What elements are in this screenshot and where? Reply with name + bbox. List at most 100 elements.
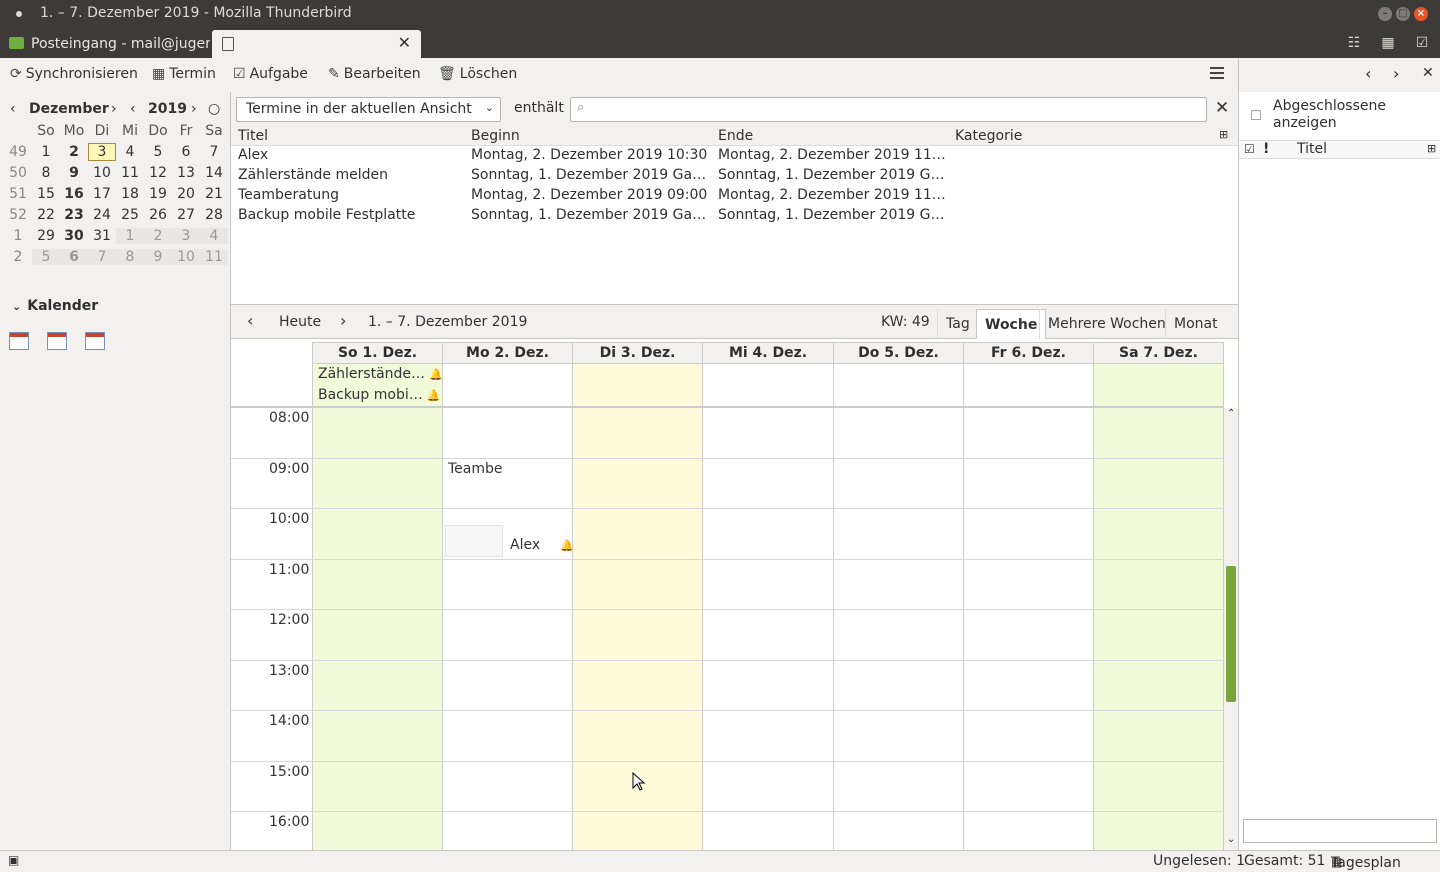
calendar-properties-icon[interactable] — [47, 332, 67, 350]
next-day-icon[interactable]: › — [1393, 64, 1399, 83]
day-cell[interactable]: 7 — [200, 144, 228, 160]
day-cell[interactable]: 14 — [200, 165, 228, 181]
allday-event[interactable]: Backup mobi… 🔔 — [318, 387, 440, 407]
week-scrollbar[interactable]: ⌃ ⌄ — [1224, 408, 1238, 850]
day-header[interactable]: Mo 2. Dez. — [443, 342, 573, 364]
close-search-icon[interactable]: ✕ — [1215, 98, 1229, 118]
day-cell-other-month[interactable]: 7 — [88, 248, 116, 265]
app-menu-icon[interactable] — [1210, 67, 1224, 82]
tab-calendar[interactable]: ✕ — [212, 30, 421, 58]
column-picker-icon[interactable]: ⊞ — [1427, 142, 1436, 155]
day-cell[interactable]: 8 — [32, 165, 60, 181]
allday-cell[interactable] — [964, 364, 1094, 407]
prev-month-icon[interactable]: ‹ — [10, 101, 16, 117]
day-cell[interactable]: 13 — [172, 165, 200, 181]
day-header[interactable]: Di 3. Dez. — [573, 342, 703, 364]
activity-icon[interactable]: ▣ — [8, 853, 19, 867]
day-cell[interactable]: 9 — [60, 165, 88, 181]
tab-inbox[interactable]: Posteingang - mail@juger — [0, 28, 210, 58]
day-cell[interactable]: 15 — [32, 186, 60, 202]
column-category[interactable]: Kategorie — [955, 128, 1022, 144]
day-cell[interactable]: 31 — [88, 228, 116, 244]
event-filter-select[interactable]: Termine in der aktuellen Ansicht ⌄ — [236, 97, 501, 122]
edit-button[interactable]: ✎ Bearbeiten — [328, 66, 421, 82]
calendar-list-header[interactable]: ⌄ Kalender — [12, 298, 98, 314]
day-cell[interactable]: 25 — [116, 207, 144, 223]
next-year-icon[interactable]: › — [191, 101, 197, 117]
next-week-icon[interactable]: › — [340, 311, 346, 330]
day-cell[interactable]: 2 — [60, 144, 88, 160]
close-window-button[interactable]: × — [1414, 7, 1428, 21]
day-cell[interactable]: 29 — [32, 228, 60, 244]
close-tab-icon[interactable]: ✕ — [398, 33, 411, 52]
day-cell-other-month[interactable]: 11 — [200, 248, 228, 265]
day-cell[interactable]: 19 — [144, 186, 172, 202]
window-menu-icon[interactable] — [16, 11, 22, 17]
day-header[interactable]: Sa 7. Dez. — [1094, 342, 1224, 364]
day-cell[interactable]: 23 — [60, 207, 88, 223]
day-column[interactable] — [312, 408, 443, 850]
today-circle-icon[interactable]: ○ — [208, 101, 220, 117]
tasks-icon[interactable]: ☑ — [1414, 35, 1430, 51]
day-cell-other-month[interactable]: 5 — [32, 248, 60, 265]
new-event-button[interactable]: ▦ Termin — [152, 66, 216, 82]
day-cell-other-month[interactable]: 9 — [144, 248, 172, 265]
day-cell-other-month[interactable]: 3 — [172, 227, 200, 244]
show-completed-checkbox[interactable] — [1251, 110, 1261, 120]
allday-cell[interactable]: Zählerstände… 🔔 Backup mobi… 🔔 — [312, 364, 443, 407]
day-header[interactable]: Do 5. Dez. — [834, 342, 964, 364]
scrollbar-thumb[interactable] — [1226, 566, 1236, 702]
day-cell[interactable]: 6 — [172, 144, 200, 160]
day-cell-other-month[interactable]: 6 — [60, 248, 88, 265]
day-column[interactable] — [964, 408, 1094, 850]
day-cell-other-month[interactable]: 4 — [200, 227, 228, 244]
delete-calendar-icon[interactable] — [85, 332, 105, 350]
new-calendar-icon[interactable] — [9, 332, 29, 350]
column-start[interactable]: Beginn — [471, 128, 520, 144]
day-cell[interactable]: 20 — [172, 186, 200, 202]
day-column[interactable] — [703, 408, 834, 850]
tab-multiweek[interactable]: Mehrere Wochen — [1039, 309, 1174, 339]
day-cell[interactable]: 12 — [144, 165, 172, 181]
event-row[interactable]: Zählerstände melden Sonntag, 1. Dezember… — [231, 167, 1238, 187]
column-title[interactable]: Titel — [238, 128, 268, 144]
new-task-button[interactable]: ☑ Aufgabe — [233, 66, 308, 82]
prev-day-icon[interactable]: ‹ — [1365, 64, 1371, 83]
maximize-button[interactable]: □ — [1396, 7, 1410, 21]
prev-week-icon[interactable]: ‹ — [247, 311, 253, 330]
task-column-title[interactable]: Titel — [1297, 141, 1327, 157]
next-month-icon[interactable]: › — [111, 101, 117, 117]
address-book-icon[interactable]: ☷ — [1346, 35, 1362, 51]
event-teamberatung[interactable]: Teambe — [448, 461, 503, 477]
day-cell[interactable]: 1 — [32, 144, 60, 160]
quick-task-input[interactable] — [1243, 819, 1437, 843]
day-cell-today[interactable]: 3 — [88, 142, 116, 161]
event-row[interactable]: Backup mobile Festplatte Sonntag, 1. Dez… — [231, 207, 1238, 227]
calendar-icon[interactable]: ▦ — [1380, 35, 1396, 51]
day-cell-other-month[interactable]: 1 — [116, 227, 144, 244]
allday-cell[interactable] — [443, 364, 573, 407]
today-button[interactable]: Heute — [279, 314, 321, 330]
scroll-down-icon[interactable]: ⌄ — [1227, 834, 1235, 845]
day-cell[interactable]: 16 — [60, 186, 88, 202]
close-pane-icon[interactable]: ✕ — [1422, 65, 1434, 81]
completed-column-icon[interactable]: ☑ — [1244, 142, 1255, 156]
day-cell[interactable]: 4 — [116, 144, 144, 160]
allday-cell[interactable] — [703, 364, 834, 407]
day-cell[interactable]: 24 — [88, 207, 116, 223]
priority-column-icon[interactable]: ! — [1263, 141, 1269, 157]
day-cell[interactable]: 28 — [200, 207, 228, 223]
allday-cell[interactable] — [573, 364, 703, 407]
day-cell[interactable]: 10 — [88, 165, 116, 181]
prev-year-icon[interactable]: ‹ — [130, 101, 136, 117]
allday-event[interactable]: Zählerstände… 🔔 — [318, 366, 443, 386]
tab-week[interactable]: Woche — [976, 309, 1047, 339]
sync-button[interactable]: ⟳ Synchronisieren — [10, 66, 138, 82]
day-cell[interactable]: 5 — [144, 144, 172, 160]
minimize-button[interactable]: – — [1378, 7, 1392, 21]
day-cell[interactable]: 18 — [116, 186, 144, 202]
day-cell-other-month[interactable]: 2 — [144, 227, 172, 244]
day-cell[interactable]: 27 — [172, 207, 200, 223]
event-row[interactable]: Alex Montag, 2. Dezember 2019 10:30 Mont… — [231, 147, 1238, 167]
column-end[interactable]: Ende — [718, 128, 753, 144]
